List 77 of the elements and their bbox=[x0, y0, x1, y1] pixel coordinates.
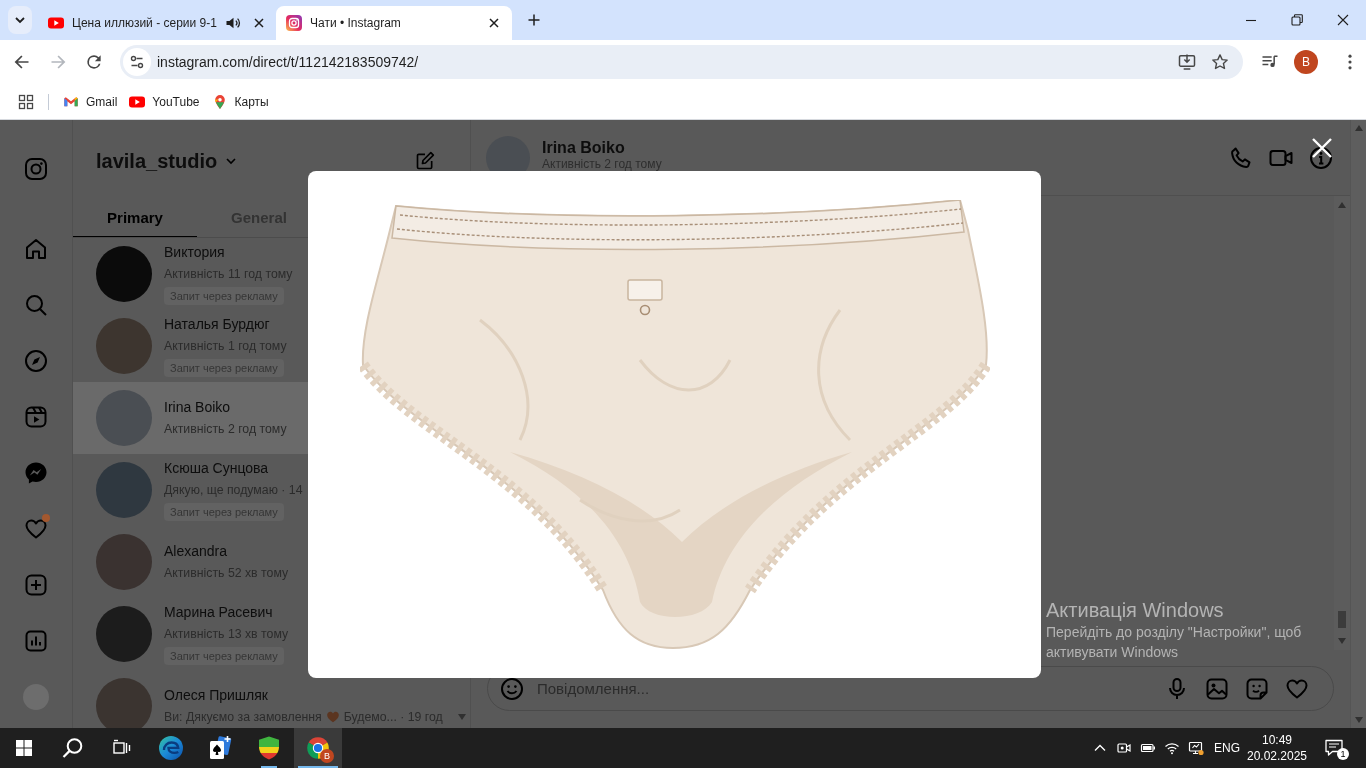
task-view-icon bbox=[113, 739, 131, 757]
avatar bbox=[96, 678, 152, 728]
wifi-icon[interactable] bbox=[1164, 740, 1180, 756]
compose-icon[interactable] bbox=[415, 151, 435, 171]
profile-button[interactable]: B bbox=[1294, 50, 1318, 74]
avatar bbox=[96, 318, 152, 374]
address-bar[interactable]: instagram.com/direct/t/112142183509742/ bbox=[120, 45, 1243, 79]
language-button[interactable]: ENG bbox=[1210, 728, 1244, 768]
tricolor-circle-icon bbox=[305, 735, 331, 761]
play-logo-icon bbox=[48, 15, 64, 31]
start-icon bbox=[16, 740, 32, 756]
film-play-icon[interactable] bbox=[24, 405, 48, 429]
message-bubble-icon bbox=[1324, 738, 1344, 758]
new-tab-icon[interactable] bbox=[526, 12, 542, 28]
chevron-down-icon[interactable] bbox=[225, 155, 238, 167]
clock-button[interactable]: 10:49 20.02.2025 bbox=[1246, 728, 1308, 768]
camera-icon[interactable] bbox=[1116, 740, 1132, 756]
close-icon[interactable] bbox=[1311, 137, 1333, 159]
activation-text: Перейдіть до розділу "Настройки", щоб активувати Windows bbox=[1046, 623, 1303, 662]
chat-preview: Активність 2 год тому bbox=[164, 422, 287, 436]
tune-icon bbox=[129, 54, 145, 70]
search-icon bbox=[62, 737, 84, 759]
browser-tab[interactable]: Чати • Instagram bbox=[276, 6, 512, 40]
inbox-tab[interactable]: Primary bbox=[73, 198, 197, 237]
playing-cards-icon bbox=[207, 735, 233, 761]
plus-square-icon[interactable] bbox=[24, 573, 48, 597]
heart-icon[interactable] bbox=[24, 517, 48, 541]
activation-title: Активація Windows bbox=[1046, 598, 1224, 622]
bookmark[interactable]: YouTube bbox=[123, 88, 206, 115]
camera-logo-icon[interactable] bbox=[24, 157, 48, 181]
camera-logo-icon bbox=[286, 15, 302, 31]
search-icon[interactable] bbox=[24, 293, 48, 317]
avatar bbox=[96, 462, 152, 518]
site-info-button[interactable] bbox=[123, 48, 151, 76]
chat-name: Виктория bbox=[164, 243, 225, 262]
apps-grid-icon[interactable] bbox=[18, 93, 34, 110]
chat-name: Irina Boiko bbox=[164, 398, 231, 417]
avatar bbox=[96, 534, 152, 590]
chat-name: Олеся Пришляк bbox=[164, 686, 268, 705]
chat-bubble-icon[interactable] bbox=[24, 461, 48, 485]
chat-name: Наталья Бурдюг bbox=[164, 315, 270, 334]
account-name[interactable]: lavila_studio bbox=[96, 149, 218, 173]
sticker-icon[interactable] bbox=[1245, 676, 1269, 701]
monitor-download-icon[interactable] bbox=[1177, 52, 1197, 72]
avatar bbox=[96, 390, 152, 446]
compass-icon[interactable] bbox=[24, 349, 48, 373]
heart-emoji-icon bbox=[325, 710, 340, 724]
bar-chart-icon[interactable] bbox=[24, 629, 48, 653]
scrollbar-thumb[interactable] bbox=[1338, 611, 1346, 628]
home-icon[interactable] bbox=[24, 237, 48, 261]
speaker-icon[interactable] bbox=[224, 15, 241, 31]
swirl-logo-icon bbox=[158, 735, 184, 761]
chat-name: Alexandra bbox=[164, 542, 228, 561]
bookmark[interactable]: Gmail bbox=[57, 88, 124, 115]
bookmark[interactable]: Карты bbox=[205, 88, 275, 115]
taskbar-button[interactable]: B bbox=[294, 728, 342, 768]
info-icon[interactable] bbox=[1309, 145, 1333, 170]
browser-tab[interactable]: Цена иллюзий - серии 9-1 bbox=[40, 6, 272, 40]
notifications-button[interactable]: 1 bbox=[1314, 728, 1354, 768]
notification-count-badge: 1 bbox=[1337, 748, 1349, 760]
avatar bbox=[96, 246, 152, 302]
monitor-alert-icon[interactable] bbox=[1188, 740, 1204, 756]
close-icon[interactable] bbox=[1335, 12, 1351, 28]
profile-badge: B bbox=[320, 749, 334, 763]
image-icon[interactable] bbox=[1205, 676, 1229, 701]
tab-search-button[interactable] bbox=[8, 6, 32, 34]
phone-icon[interactable] bbox=[1229, 145, 1253, 170]
shield-icon bbox=[256, 735, 282, 761]
chat-name: Марина Расевич bbox=[164, 603, 273, 622]
chat-row[interactable]: Irina Boiko Активність 2 год тому bbox=[73, 382, 308, 454]
star-icon[interactable] bbox=[1210, 52, 1230, 72]
contact-name[interactable]: Irina Boiko bbox=[542, 139, 625, 157]
avatar bbox=[96, 606, 152, 662]
restore-icon[interactable] bbox=[1289, 12, 1305, 28]
smiley-icon[interactable] bbox=[500, 676, 524, 701]
chat-name: Ксюша Сунцова bbox=[164, 459, 269, 478]
reload-icon[interactable] bbox=[84, 52, 104, 72]
